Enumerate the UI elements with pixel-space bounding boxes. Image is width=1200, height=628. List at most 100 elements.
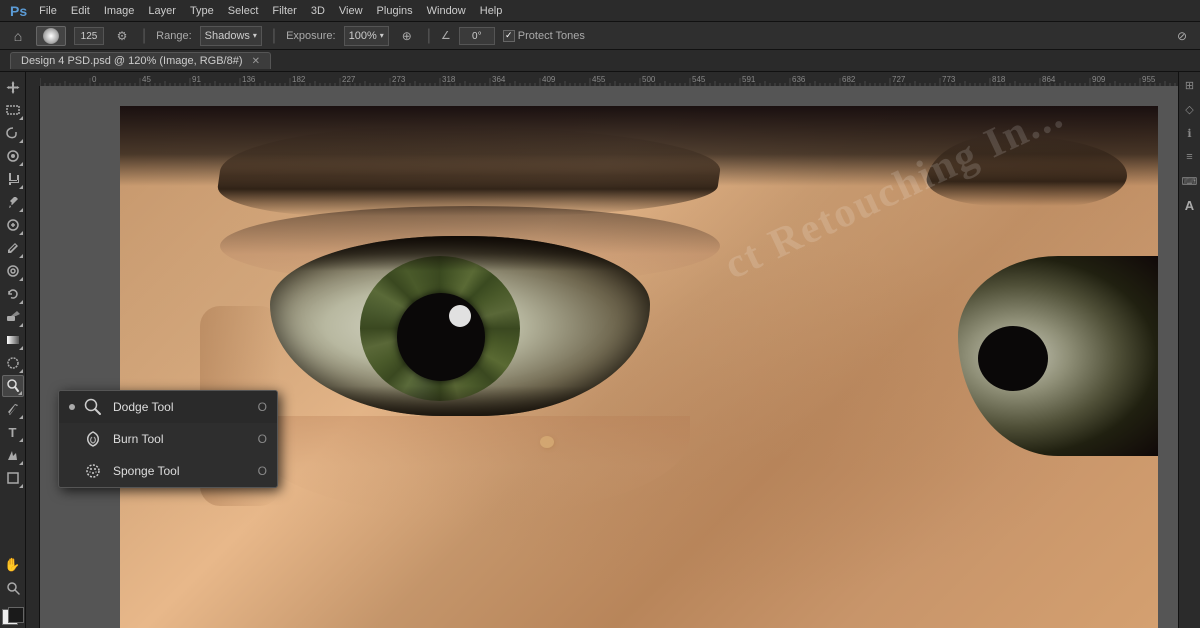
svg-text:136: 136: [242, 75, 256, 84]
options-bar-divider: |: [142, 27, 146, 45]
menu-layer[interactable]: Layer: [142, 3, 182, 19]
menu-window[interactable]: Window: [421, 3, 472, 19]
tool-spot-heal[interactable]: [2, 214, 24, 236]
menu-filter[interactable]: Filter: [266, 3, 302, 19]
right-panel-btn-0[interactable]: ⊞: [1181, 76, 1199, 94]
menu-select[interactable]: Select: [222, 3, 265, 19]
dodge-tool-label: Dodge Tool: [113, 400, 258, 414]
options-bar: ⌂ 125 ⚙ | Range: Shadows ▾ | Exposure: 1…: [0, 22, 1200, 50]
svg-text:273: 273: [392, 75, 406, 84]
menu-plugins[interactable]: Plugins: [371, 3, 419, 19]
tool-quick-select[interactable]: [2, 145, 24, 167]
menu-bar: Ps File Edit Image Layer Type Select Fil…: [0, 0, 1200, 22]
svg-text:545: 545: [692, 75, 706, 84]
foreground-color[interactable]: [8, 607, 24, 623]
angle-input[interactable]: 0°: [459, 27, 495, 45]
svg-text:909: 909: [1092, 75, 1106, 84]
svg-text:318: 318: [442, 75, 456, 84]
horizontal-ruler: /* ticks rendered via JS below */ 045911…: [40, 72, 1178, 86]
menu-help[interactable]: Help: [474, 3, 509, 19]
menu-image[interactable]: Image: [98, 3, 141, 19]
tool-eraser[interactable]: [2, 306, 24, 328]
svg-text:636: 636: [792, 75, 806, 84]
protect-tones-checkbox[interactable]: ✓: [503, 30, 515, 42]
eye-socket: [270, 236, 650, 416]
ruler-corner: [26, 72, 40, 86]
context-menu-item-sponge[interactable]: Sponge Tool O: [59, 455, 277, 487]
sponge-tool-shortcut: O: [258, 464, 267, 478]
context-menu-item-dodge[interactable]: Dodge Tool O: [59, 391, 277, 423]
exposure-dropdown[interactable]: 100% ▾: [344, 26, 389, 46]
tool-dodge[interactable]: [2, 375, 24, 397]
menu-view[interactable]: View: [333, 3, 369, 19]
tool-pen[interactable]: [2, 398, 24, 420]
tool-zoom[interactable]: [2, 577, 24, 599]
sponge-tool-label: Sponge Tool: [113, 464, 258, 478]
tool-shape[interactable]: [2, 467, 24, 489]
canvas-area: /* ticks rendered via JS below */ 045911…: [26, 72, 1178, 628]
tool-brush[interactable]: [2, 237, 24, 259]
upper-lashes: [270, 236, 650, 271]
brush-settings-icon[interactable]: ⚙: [112, 26, 132, 46]
tool-blur[interactable]: [2, 352, 24, 374]
vertical-ruler: [26, 86, 40, 628]
right-panel-btn-1[interactable]: ◇: [1181, 100, 1199, 118]
svg-text:227: 227: [342, 75, 356, 84]
menu-edit[interactable]: Edit: [65, 3, 96, 19]
smudge-icon[interactable]: ⊘: [1172, 26, 1192, 46]
svg-text:45: 45: [142, 75, 151, 84]
svg-text:773: 773: [942, 75, 956, 84]
svg-text:727: 727: [892, 75, 906, 84]
svg-text:818: 818: [992, 75, 1006, 84]
range-dropdown[interactable]: Shadows ▾: [200, 26, 262, 46]
dodge-tool-icon: [81, 395, 105, 419]
canvas-background[interactable]: ct Retouching In...: [40, 86, 1178, 628]
home-icon[interactable]: ⌂: [8, 26, 28, 46]
menu-file[interactable]: File: [33, 3, 63, 19]
tool-select-rect[interactable]: [2, 99, 24, 121]
svg-text:864: 864: [1042, 75, 1056, 84]
burn-tool-icon: [81, 427, 105, 451]
app-icon[interactable]: Ps: [6, 3, 31, 19]
right-panel-btn-4[interactable]: ⌨: [1181, 172, 1199, 190]
photo-canvas[interactable]: ct Retouching In...: [120, 106, 1158, 628]
tool-history-brush[interactable]: [2, 283, 24, 305]
airbrush-icon[interactable]: ⊕: [397, 26, 417, 46]
document-close-icon[interactable]: ✕: [252, 56, 260, 67]
protect-tones-group: ✓ Protect Tones: [503, 30, 585, 42]
sponge-tool-icon: [81, 459, 105, 483]
document-tab[interactable]: Design 4 PSD.psd @ 120% (Image, RGB/8#) …: [10, 52, 271, 69]
main-layout: T ✋ /* ti: [0, 72, 1200, 628]
svg-text:591: 591: [742, 75, 756, 84]
tool-move[interactable]: [2, 76, 24, 98]
context-menu-item-burn[interactable]: Burn Tool O: [59, 423, 277, 455]
right-panel-btn-3[interactable]: ≡: [1181, 148, 1199, 166]
tool-eyedropper[interactable]: [2, 191, 24, 213]
document-tab-label: Design 4 PSD.psd @ 120% (Image, RGB/8#): [21, 55, 243, 67]
tool-gradient[interactable]: [2, 329, 24, 351]
tool-path-select[interactable]: [2, 444, 24, 466]
tool-type[interactable]: T: [2, 421, 24, 443]
svg-text:364: 364: [492, 75, 506, 84]
menu-3d[interactable]: 3D: [305, 3, 331, 19]
exposure-chevron: ▾: [380, 31, 384, 40]
right-panel-btn-2[interactable]: ℹ: [1181, 124, 1199, 142]
document-tab-bar: Design 4 PSD.psd @ 120% (Image, RGB/8#) …: [0, 50, 1200, 72]
svg-text:91: 91: [192, 75, 201, 84]
right-panel-btn-5[interactable]: A: [1181, 196, 1199, 214]
angle-label: ∠: [441, 29, 451, 42]
brush-preview[interactable]: [36, 26, 66, 46]
tool-crop[interactable]: [2, 168, 24, 190]
dodge-tool-shortcut: O: [258, 400, 267, 414]
svg-text:682: 682: [842, 75, 856, 84]
svg-text:0: 0: [92, 75, 97, 84]
tool-lasso[interactable]: [2, 122, 24, 144]
protect-tones-label: Protect Tones: [518, 30, 585, 42]
svg-text:182: 182: [292, 75, 306, 84]
right-panel: ⊞ ◇ ℹ ≡ ⌨ A: [1178, 72, 1200, 628]
tool-clone-stamp[interactable]: [2, 260, 24, 282]
svg-text:500: 500: [642, 75, 656, 84]
menu-type[interactable]: Type: [184, 3, 220, 19]
brush-size-input[interactable]: 125: [74, 27, 104, 45]
tool-hand[interactable]: ✋: [2, 554, 24, 576]
